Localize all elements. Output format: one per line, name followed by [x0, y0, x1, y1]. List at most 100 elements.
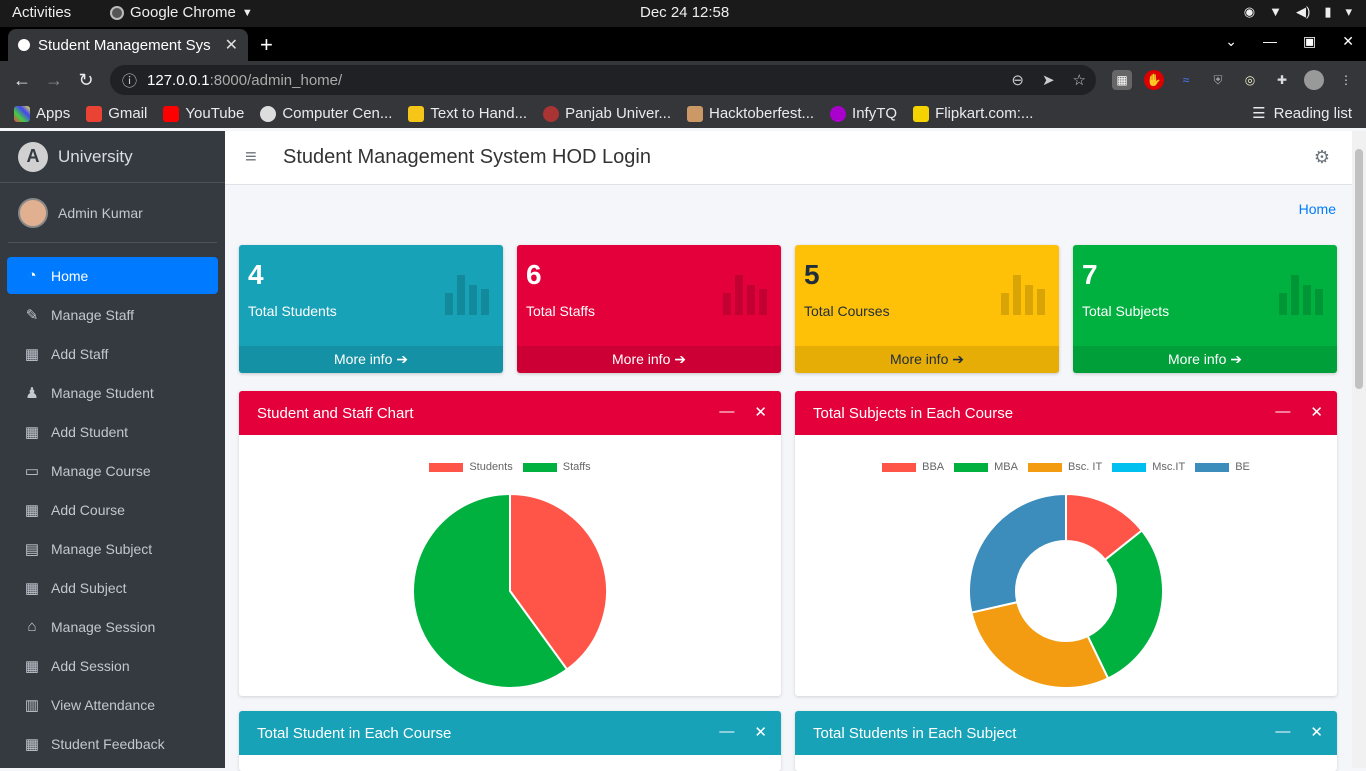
- main-header: ≡ Student Management System HOD Login ⚙: [225, 131, 1352, 185]
- system-tray[interactable]: ◉ ▼ ◀) ▮ ▾: [1244, 4, 1352, 20]
- app-menu[interactable]: Google Chrome ▼: [110, 4, 253, 21]
- more-info-link[interactable]: More info ➔: [517, 346, 781, 373]
- legend-item[interactable]: MBA: [954, 461, 1018, 473]
- reload-icon[interactable]: ↻: [70, 70, 102, 91]
- card-header: Total Students in Each Subject — ✕: [795, 711, 1337, 755]
- hamburger-menu-icon[interactable]: ≡: [245, 146, 275, 169]
- clock[interactable]: Dec 24 12:58: [640, 4, 729, 21]
- site-info-icon[interactable]: ⓘ: [122, 70, 137, 91]
- browser-tab[interactable]: Student Management Sys ✕: [8, 29, 248, 61]
- back-icon[interactable]: ←: [6, 70, 38, 91]
- address-bar[interactable]: ⓘ 127.0.0.1:8000/admin_home/ ⊖ ➤ ☆: [110, 65, 1096, 95]
- legend-item[interactable]: Msc.IT: [1112, 461, 1185, 473]
- minimize-icon[interactable]: —: [1263, 33, 1277, 50]
- more-info-link[interactable]: More info ➔: [239, 346, 503, 373]
- legend-label: Bsc. IT: [1067, 461, 1103, 473]
- bookmark-infytq[interactable]: InfyTQ: [830, 105, 897, 122]
- bookmark-computer-centre[interactable]: Computer Cen...: [260, 105, 392, 122]
- close-icon[interactable]: ✕: [1310, 723, 1323, 741]
- sidebar-item-manage-session[interactable]: ⌂ Manage Session: [7, 608, 218, 645]
- more-info-link[interactable]: More info ➔: [795, 346, 1059, 373]
- bookmark-hacktoberfest[interactable]: Hacktoberfest...: [687, 105, 814, 122]
- new-tab-icon[interactable]: +: [260, 32, 273, 58]
- bookmark-gmail[interactable]: Gmail: [86, 105, 147, 122]
- bookmark-label: InfyTQ: [852, 105, 898, 122]
- adblock-icon[interactable]: ✋: [1144, 70, 1164, 90]
- sidebar-item-home[interactable]: ◔ Home: [7, 257, 218, 294]
- chevron-down-icon: ▼: [241, 6, 253, 19]
- youtube-icon: [163, 105, 180, 122]
- card-title: Total Student in Each Course: [257, 724, 452, 742]
- collapse-icon[interactable]: —: [719, 723, 734, 741]
- scrollbar-thumb[interactable]: [1355, 149, 1363, 389]
- brand-link[interactable]: A University: [0, 131, 225, 183]
- send-icon[interactable]: ➤: [1042, 71, 1055, 89]
- card-students-per-course: Total Student in Each Course — ✕: [239, 711, 781, 771]
- browser-toolbar: ← → ↻ ⓘ 127.0.0.1:8000/admin_home/ ⊖ ➤ ☆…: [0, 61, 1366, 99]
- close-icon[interactable]: ✕: [754, 403, 767, 421]
- bookmark-panjab-univ[interactable]: Panjab Univer...: [543, 105, 671, 122]
- bookmark-text-to-hand[interactable]: Text to Hand...: [408, 105, 527, 122]
- sidebar-item-add-student[interactable]: ▦ Add Student: [7, 413, 218, 450]
- legend-item[interactable]: BBA: [882, 461, 944, 473]
- legend-item[interactable]: Bsc. IT: [1027, 461, 1103, 473]
- profile-avatar[interactable]: [1304, 70, 1324, 90]
- wave-icon[interactable]: ≈: [1176, 70, 1196, 90]
- sidebar-item-manage-student[interactable]: ♟ Manage Student: [7, 374, 218, 411]
- omnibox-actions: ⊖ ➤ ☆: [1011, 71, 1086, 89]
- more-info-link[interactable]: More info ➔: [1073, 346, 1337, 373]
- tab-search-icon[interactable]: ⌄: [1225, 33, 1237, 50]
- sidebar-item-view-attendance[interactable]: ▥ View Attendance: [7, 686, 218, 723]
- menu-dots-icon[interactable]: ⋮: [1336, 70, 1356, 90]
- gear-icon[interactable]: ⚙: [1314, 147, 1330, 168]
- puzzle-icon[interactable]: ✚: [1272, 70, 1292, 90]
- forward-icon[interactable]: →: [38, 70, 70, 91]
- sidebar-item-add-course[interactable]: ▦ Add Course: [7, 491, 218, 528]
- sidebar-item-manage-staff[interactable]: ✎ Manage Staff: [7, 296, 218, 333]
- legend-item[interactable]: Students: [429, 461, 513, 473]
- bookmark-youtube[interactable]: YouTube: [163, 105, 244, 122]
- legend-item[interactable]: Staffs: [522, 461, 591, 473]
- page-scrollbar[interactable]: [1352, 131, 1366, 768]
- maximize-icon[interactable]: ▣: [1303, 33, 1316, 50]
- bookmark-star-icon[interactable]: ☆: [1073, 71, 1086, 89]
- sidebar-item-add-subject[interactable]: ▦ Add Subject: [7, 569, 218, 606]
- sidebar-item-student-feedback[interactable]: ▦ Student Feedback: [7, 725, 218, 762]
- shield-icon[interactable]: ⛨: [1208, 70, 1228, 90]
- url-path: :8000/admin_home/: [209, 71, 343, 89]
- sidebar-item-add-staff[interactable]: ▦ Add Staff: [7, 335, 218, 372]
- stat-box-staffs: 6 Total Staffs More info ➔: [517, 245, 781, 373]
- activities-button[interactable]: Activities: [12, 4, 71, 21]
- owl-icon[interactable]: ◎: [1240, 70, 1260, 90]
- close-icon[interactable]: ✕: [1310, 403, 1323, 421]
- extension-icon[interactable]: ▦: [1112, 70, 1132, 90]
- sidebar-item-label: Add Session: [51, 657, 130, 674]
- sidebar: A University Admin Kumar ◔ Home ✎ Manage S…: [0, 131, 225, 768]
- collapse-icon[interactable]: —: [1275, 723, 1290, 741]
- slice-be[interactable]: [968, 492, 1067, 614]
- bookmark-flipkart[interactable]: Flipkart.com:...: [913, 105, 1033, 122]
- slice-bsc-it[interactable]: [970, 600, 1110, 689]
- user-panel[interactable]: Admin Kumar: [8, 183, 217, 243]
- sidebar-item-label: Add Student: [51, 423, 129, 440]
- sidebar-item-manage-course[interactable]: ▭ Manage Course: [7, 452, 218, 489]
- close-window-icon[interactable]: ✕: [1342, 33, 1354, 50]
- dashboard-icon: ◔: [27, 267, 37, 284]
- close-icon[interactable]: ✕: [754, 723, 767, 741]
- reading-list-button[interactable]: ☰ Reading list: [1252, 104, 1352, 123]
- sidebar-item-label: Manage Session: [51, 618, 156, 635]
- collapse-icon[interactable]: —: [1275, 403, 1290, 421]
- collapse-icon[interactable]: —: [719, 403, 734, 421]
- hacktoberfest-icon: [687, 105, 703, 122]
- bookmark-apps[interactable]: Apps: [14, 105, 70, 122]
- sidebar-item-manage-subject[interactable]: ▤ Manage Subject: [7, 530, 218, 567]
- zoom-icon[interactable]: ⊖: [1011, 71, 1024, 89]
- card-tools: — ✕: [719, 403, 767, 421]
- sidebar-item-label: Manage Staff: [51, 306, 135, 323]
- close-tab-icon[interactable]: ✕: [225, 35, 238, 55]
- breadcrumb[interactable]: Home: [1299, 201, 1336, 217]
- grid-icon: ▦: [24, 423, 40, 441]
- sidebar-item-add-session[interactable]: ▦ Add Session: [7, 647, 218, 684]
- legend-item[interactable]: BE: [1195, 461, 1250, 473]
- legend-swatch: [954, 462, 989, 472]
